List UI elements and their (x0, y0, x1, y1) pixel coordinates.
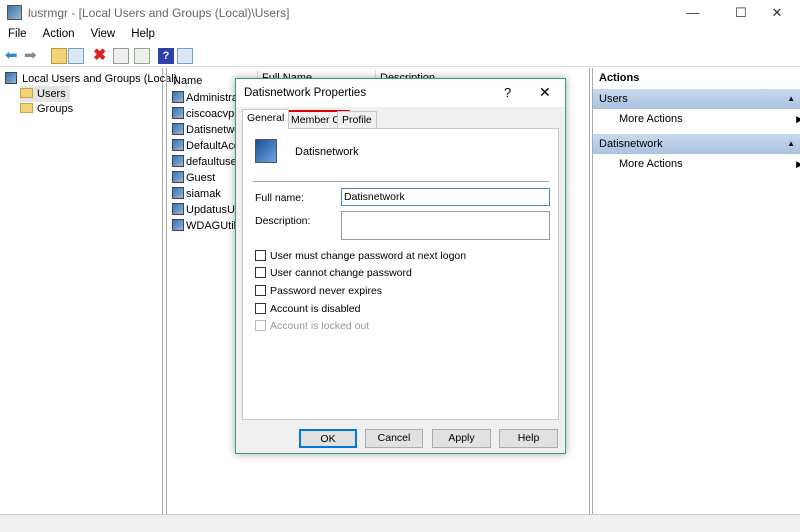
checkbox-icon (255, 303, 266, 314)
more-actions-datisnetwork[interactable]: More Actions ▶ (619, 154, 800, 174)
toolbar: ⬅ ➡ ✖ ? (0, 45, 800, 67)
user-icon (172, 187, 184, 199)
user-row[interactable]: siamak (172, 186, 221, 202)
tree-item-groups[interactable]: Groups (20, 101, 73, 117)
cancel-button[interactable]: Cancel (365, 429, 423, 448)
checkbox-label: Account is disabled (270, 303, 361, 315)
user-icon (172, 139, 184, 151)
collapse-icon[interactable]: ▲ (787, 89, 795, 109)
checkbox-label: User cannot change password (270, 267, 412, 279)
actions-title: Actions (599, 72, 640, 84)
dialog-close-button[interactable]: ✕ (539, 84, 551, 101)
tree-item-label: Users (37, 88, 66, 100)
section-label: Datisnetwork (599, 138, 663, 150)
general-tab-panel: Datisnetwork Full name: Description: Use… (242, 128, 559, 420)
menu-file[interactable]: File (0, 26, 35, 40)
collapse-icon[interactable]: ▲ (787, 134, 795, 154)
properties-icon[interactable] (113, 48, 129, 64)
actions-pane: Actions Users ▲ More Actions ▶ Datisnetwor… (592, 68, 800, 514)
tree-root-label: Local Users and Groups (Local) (22, 73, 178, 85)
help-icon[interactable]: ? (158, 48, 174, 64)
help-button[interactable]: ? (504, 85, 511, 100)
full-name-label: Full name: (255, 192, 305, 204)
must-change-password-checkbox[interactable]: User must change password at next logon (255, 250, 466, 264)
back-icon[interactable]: ⬅ (5, 48, 21, 64)
show-hide-tree-icon[interactable] (68, 48, 84, 64)
user-icon (255, 139, 277, 163)
tree-pane: Local Users and Groups (Local) Users Gro… (0, 68, 177, 514)
tab-profile[interactable]: Profile (337, 111, 377, 129)
checkbox-icon (255, 320, 266, 331)
checkbox-icon (255, 267, 266, 278)
menu-help[interactable]: Help (123, 26, 163, 40)
actions-section-users[interactable]: Users ▲ (593, 89, 800, 109)
status-bar (0, 514, 800, 532)
username-label: Datisnetwork (295, 146, 359, 158)
checkbox-label: Account is locked out (270, 320, 370, 332)
tab-general[interactable]: General (242, 109, 290, 129)
action-label: More Actions (619, 113, 683, 125)
export-list-icon[interactable] (134, 48, 150, 64)
menu-action[interactable]: Action (35, 26, 83, 40)
user-icon (172, 219, 184, 231)
cannot-change-password-checkbox[interactable]: User cannot change password (255, 267, 412, 281)
account-locked-out-checkbox: Account is locked out (255, 320, 369, 334)
user-icon (172, 107, 184, 119)
user-name: Guest (186, 172, 216, 184)
user-name: siamak (186, 188, 221, 200)
user-row[interactable]: Guest (172, 170, 215, 186)
user-icon (172, 123, 184, 135)
folder-icon (20, 88, 33, 98)
show-hide-action-pane-icon[interactable] (177, 48, 193, 64)
section-label: Users (599, 93, 628, 105)
actions-section-datisnetwork[interactable]: Datisnetwork ▲ (593, 134, 800, 154)
full-name-input[interactable] (341, 188, 550, 206)
description-label: Description: (255, 215, 311, 227)
dialog-title: Datisnetwork Properties (244, 87, 367, 99)
user-icon (172, 155, 184, 167)
title-bar: lusrmgr - [Local Users and Groups (Local… (0, 0, 800, 26)
checkbox-icon (255, 250, 266, 261)
account-disabled-checkbox[interactable]: Account is disabled (255, 303, 360, 317)
up-folder-icon[interactable] (51, 48, 67, 64)
description-input[interactable] (341, 211, 550, 240)
app-icon (7, 5, 22, 20)
separator (253, 181, 549, 182)
user-icon (172, 171, 184, 183)
computer-users-icon (5, 72, 17, 84)
dialog-title-bar: Datisnetwork Properties ? ✕ (236, 79, 565, 107)
user-icon (172, 91, 184, 103)
tree-root[interactable]: Local Users and Groups (Local) (5, 71, 177, 87)
window-title: lusrmgr - [Local Users and Groups (Local… (28, 6, 290, 20)
forward-icon[interactable]: ➡ (24, 48, 40, 64)
menu-view[interactable]: View (83, 26, 124, 40)
checkbox-icon (255, 285, 266, 296)
tree-item-users[interactable]: Users (20, 86, 70, 102)
submenu-arrow-icon: ▶ (796, 159, 800, 169)
close-button[interactable]: ✕ (754, 0, 800, 26)
column-header-name[interactable]: Name (173, 73, 202, 89)
tree-item-label: Groups (37, 103, 74, 115)
action-label: More Actions (619, 158, 683, 170)
user-icon (172, 203, 184, 215)
folder-icon (20, 103, 33, 113)
ok-button[interactable]: OK (299, 429, 357, 448)
delete-icon[interactable]: ✖ (93, 48, 109, 64)
properties-dialog: Datisnetwork Properties ? ✕ General Memb… (235, 78, 566, 454)
checkbox-label: User must change password at next logon (270, 250, 467, 262)
minimize-button[interactable]: — (670, 0, 716, 26)
help-dialog-button[interactable]: Help (499, 429, 558, 448)
more-actions-users[interactable]: More Actions ▶ (619, 109, 800, 129)
password-never-expires-checkbox[interactable]: Password never expires (255, 285, 382, 299)
checkbox-label: Password never expires (270, 285, 383, 297)
submenu-arrow-icon: ▶ (796, 114, 800, 124)
apply-button[interactable]: Apply (432, 429, 491, 448)
menu-bar: File Action View Help (0, 26, 800, 44)
